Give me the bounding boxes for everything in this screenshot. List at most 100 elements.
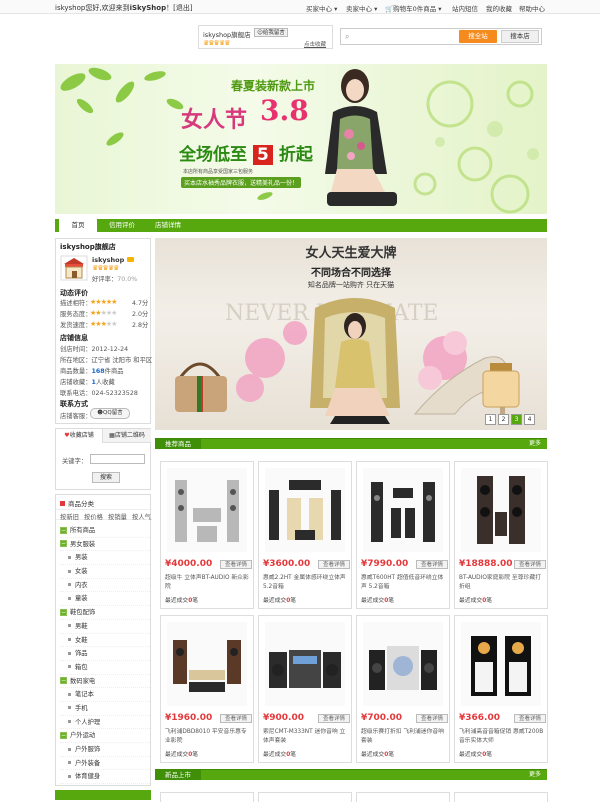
product-image[interactable] <box>167 468 247 552</box>
nav-tab-reviews[interactable]: 信用评价 <box>101 219 143 232</box>
help-center-link[interactable]: 帮助中心 <box>519 3 545 13</box>
collapse-icon[interactable]: − <box>60 677 67 685</box>
category-group[interactable]: − 鞋包配饰 <box>60 606 150 620</box>
product-name[interactable]: 飞利浦DBD8010 平安音乐惠专业影院 <box>165 728 251 746</box>
bullet-icon <box>68 692 71 696</box>
sort-tab[interactable]: 按价格 <box>82 512 105 521</box>
product-name[interactable]: BT-AUDIO家庭影院 至尊珍藏打折组 <box>459 574 545 592</box>
view-detail-button[interactable]: 查看详情 <box>318 714 350 723</box>
collapse-icon[interactable]: − <box>60 526 67 534</box>
slider-page-button[interactable]: 2 <box>498 414 509 425</box>
sort-tab[interactable]: 按新旧 <box>58 512 81 521</box>
product-name[interactable]: 惠威T600HT 超值低音环绕立体声 5.2音箱 <box>361 574 447 592</box>
product-card[interactable]: ¥900.00 查看详情 索尼CMT-M333NT 迷你音响 立体声套装 最近成交0笔 <box>258 615 352 763</box>
category-group[interactable]: − 户外运动 <box>60 729 150 743</box>
category-group[interactable]: − 数码家电 <box>60 675 150 689</box>
category-item[interactable]: 童装 <box>60 592 150 607</box>
favorite-shop-link[interactable]: 点击收藏 <box>304 40 326 48</box>
collapse-icon[interactable]: − <box>60 731 67 739</box>
category-label: 数码家电 <box>70 677 96 685</box>
category-item[interactable]: 男装 <box>60 551 150 566</box>
recommend-more-link[interactable]: 更多 <box>529 439 541 449</box>
info-value: 辽宁省 沈阳市 和平区 <box>91 357 153 364</box>
product-image[interactable] <box>167 622 247 706</box>
product-card[interactable]: ¥4000.00 查看详情 超级牛 立体声BT-AUDIO 新众影院 最近成交0笔 <box>160 461 254 609</box>
leave-message-button[interactable]: ☺给我留言 <box>254 28 288 37</box>
category-item[interactable]: 男鞋 <box>60 620 150 634</box>
shop-qrcode-tab[interactable]: ▦店铺二维码 <box>103 429 151 443</box>
logout-link[interactable]: ！[退出] <box>166 4 192 12</box>
product-card[interactable]: ¥3600.00 查看详情 惠威2.2HT 金属体感环绕立体声 5.2音箱 最近成交0… <box>258 461 352 609</box>
new-product-card[interactable] <box>454 792 548 802</box>
new-product-card[interactable] <box>160 792 254 802</box>
keyword-search-button[interactable]: 搜索 <box>92 472 120 483</box>
product-image[interactable] <box>461 468 541 552</box>
view-detail-button[interactable]: 查看详情 <box>514 714 546 723</box>
nav-tab-home[interactable]: 首页 <box>59 219 97 232</box>
new-product-card[interactable] <box>258 792 352 802</box>
product-card[interactable]: ¥1960.00 查看详情 飞利浦DBD8010 平安音乐惠专业影院 最近成交0笔 <box>160 615 254 763</box>
category-item[interactable]: 笔记本 <box>60 688 150 702</box>
category-group[interactable]: − 所有商品 <box>60 524 150 538</box>
seller-center-link[interactable]: 卖家中心 ▾ <box>346 3 377 13</box>
product-name[interactable]: 惠威2.2HT 金属体感环绕立体声 5.2音箱 <box>263 574 349 592</box>
view-detail-button[interactable]: 查看详情 <box>318 560 350 569</box>
sort-tab[interactable]: 按销量 <box>106 512 129 521</box>
slider-page-button[interactable]: 1 <box>485 414 496 425</box>
product-card[interactable]: ¥7990.00 查看详情 惠威T600HT 超值低音环绕立体声 5.2音箱 最近成交… <box>356 461 450 609</box>
favorites-link[interactable]: 我的收藏 <box>486 3 512 13</box>
buyer-center-link[interactable]: 买家中心 ▾ <box>306 3 337 13</box>
view-detail-button[interactable]: 查看详情 <box>220 560 252 569</box>
cart-link[interactable]: 🛒购物车0件商品 ▾ <box>385 3 442 13</box>
search-shop-button[interactable]: 搜本店 <box>501 30 539 43</box>
sort-tabs: 按新旧 按价格 按销量 按人气 <box>56 509 153 521</box>
nav-tab-shop-details[interactable]: 店铺详情 <box>147 219 189 232</box>
category-item[interactable]: 户外服饰 <box>60 743 150 757</box>
product-name[interactable]: 飞利浦高音音箱促销 惠威T200B 音乐实体大师 <box>459 728 545 746</box>
collapse-icon[interactable]: − <box>60 540 67 548</box>
product-image[interactable] <box>461 622 541 706</box>
view-detail-button[interactable]: 查看详情 <box>514 560 546 569</box>
category-item[interactable]: 体育健身 <box>60 770 150 785</box>
category-group[interactable]: − 男女服装 <box>60 538 150 552</box>
category-item[interactable]: 女装 <box>60 565 150 579</box>
view-detail-button[interactable]: 查看详情 <box>416 714 448 723</box>
messages-link[interactable]: 站内短信 <box>452 3 478 13</box>
view-detail-button[interactable]: 查看详情 <box>416 560 448 569</box>
category-item[interactable]: 饰品 <box>60 647 150 661</box>
slider-page-button[interactable]: 3 <box>511 414 522 425</box>
rating-list: 描述相符： ★★★★★ 4.7分 服务态度： ★★★★★ 2.0分 发货速度： ★★★★★ 2.… <box>60 298 150 331</box>
product-name[interactable]: 超级乐赛打折扣 飞利浦迷你音响套装 <box>361 728 447 746</box>
category-item[interactable]: 箱包 <box>60 661 150 675</box>
promo-banner[interactable]: 春夏装新款上市 女人节 3.8 全场低至 5 折起 本店所有商品享受国家三包服务… <box>55 64 547 214</box>
product-sold: 最近成交0笔 <box>361 595 394 604</box>
category-item[interactable]: 个人护理 <box>60 716 150 730</box>
product-image[interactable] <box>265 468 345 552</box>
collapse-icon[interactable]: − <box>60 608 67 616</box>
new-product-card[interactable] <box>356 792 450 802</box>
hero-slider[interactable]: NEVER ULTIMATE 女人天生爱大牌 不同场合不同选择 知名品牌一站购齐… <box>155 238 547 430</box>
product-name[interactable]: 超级牛 立体声BT-AUDIO 新众影院 <box>165 574 251 592</box>
slider-page-button[interactable]: 4 <box>524 414 535 425</box>
keyword-input[interactable] <box>90 454 145 464</box>
category-item[interactable]: 女鞋 <box>60 634 150 648</box>
sort-tab[interactable]: 按人气 <box>130 512 153 521</box>
view-detail-button[interactable]: 查看详情 <box>220 714 252 723</box>
category-label: 男装 <box>75 554 88 562</box>
search-all-button[interactable]: 搜全站 <box>459 30 497 43</box>
category-item[interactable]: 手机 <box>60 702 150 716</box>
qq-message-button[interactable]: ☻QQ留言 <box>90 408 130 419</box>
search-input[interactable] <box>355 31 455 42</box>
new-arrivals-more-link[interactable]: 更多 <box>529 770 541 780</box>
product-image[interactable] <box>363 622 443 706</box>
favorite-shop-tab[interactable]: ♥收藏店铺 <box>56 429 103 443</box>
product-card[interactable]: ¥366.00 查看详情 飞利浦高音音箱促销 惠威T200B 音乐实体大师 最近成交0… <box>454 615 548 763</box>
product-image[interactable] <box>265 622 345 706</box>
product-name[interactable]: 索尼CMT-M333NT 迷你音响 立体声套装 <box>263 728 349 746</box>
product-image[interactable] <box>363 468 443 552</box>
category-item[interactable]: 户外装备 <box>60 757 150 771</box>
category-item[interactable]: 内衣 <box>60 579 150 593</box>
product-card[interactable]: ¥700.00 查看详情 超级乐赛打折扣 飞利浦迷你音响套装 最近成交0笔 <box>356 615 450 763</box>
product-card[interactable]: ¥18888.00 查看详情 BT-AUDIO家庭影院 至尊珍藏打折组 最近成交0笔 <box>454 461 548 609</box>
slider-headline: 女人天生爱大牌 <box>305 246 397 261</box>
